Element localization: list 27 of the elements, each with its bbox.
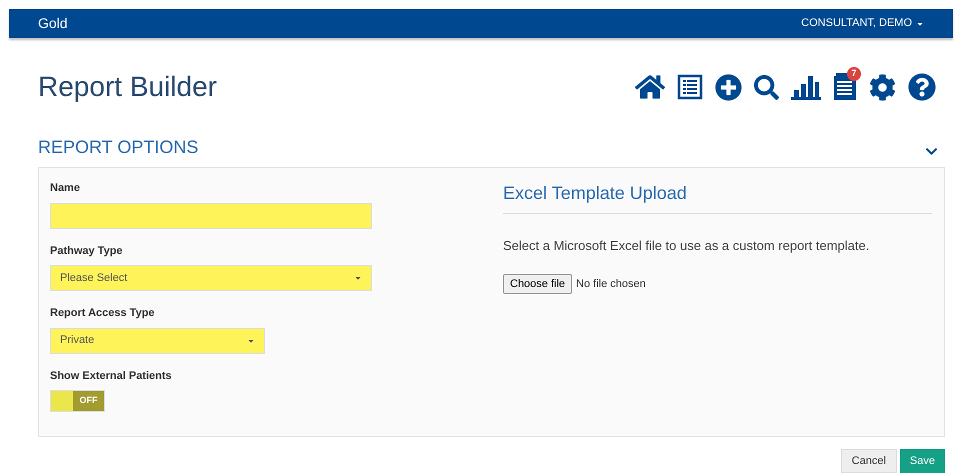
collapse-toggle[interactable]	[925, 145, 938, 158]
field-label: Report Access Type	[50, 306, 156, 321]
list-icon[interactable]	[677, 74, 703, 100]
name-field[interactable]	[50, 202, 372, 228]
field-label: Show External Patients	[50, 368, 173, 384]
plus-icon[interactable]	[715, 74, 742, 100]
chevron-down-icon	[925, 145, 938, 158]
field-label: Name	[50, 181, 81, 196]
help-icon[interactable]	[908, 73, 936, 101]
field-label: Pathway Type	[50, 244, 124, 258]
upload-description: Select a Microsoft Excel file to use as a custom report template.	[503, 237, 870, 255]
notification-badge: 7	[847, 67, 861, 81]
section-title: REPORT OPTIONS	[38, 136, 198, 159]
dropdown[interactable]: Please Select	[50, 265, 372, 291]
dropdown[interactable]: Private	[50, 328, 265, 354]
brand-name[interactable]: Gold	[38, 13, 68, 34]
cancel-button[interactable]: Cancel	[840, 449, 897, 473]
page-title: Report Builder	[38, 70, 217, 104]
search-icon[interactable]	[754, 74, 779, 100]
bar-chart-icon[interactable]	[791, 74, 821, 100]
user-menu[interactable]: CONSULTANT, DEMO	[801, 15, 924, 32]
file-status: No file chosen	[576, 276, 646, 292]
settings-icon[interactable]	[869, 74, 896, 100]
upload-title: Excel Template Upload	[503, 180, 932, 214]
home-icon[interactable]	[635, 73, 665, 101]
caret-icon	[354, 274, 362, 282]
choose-file-button[interactable]: Choose file	[503, 274, 572, 294]
